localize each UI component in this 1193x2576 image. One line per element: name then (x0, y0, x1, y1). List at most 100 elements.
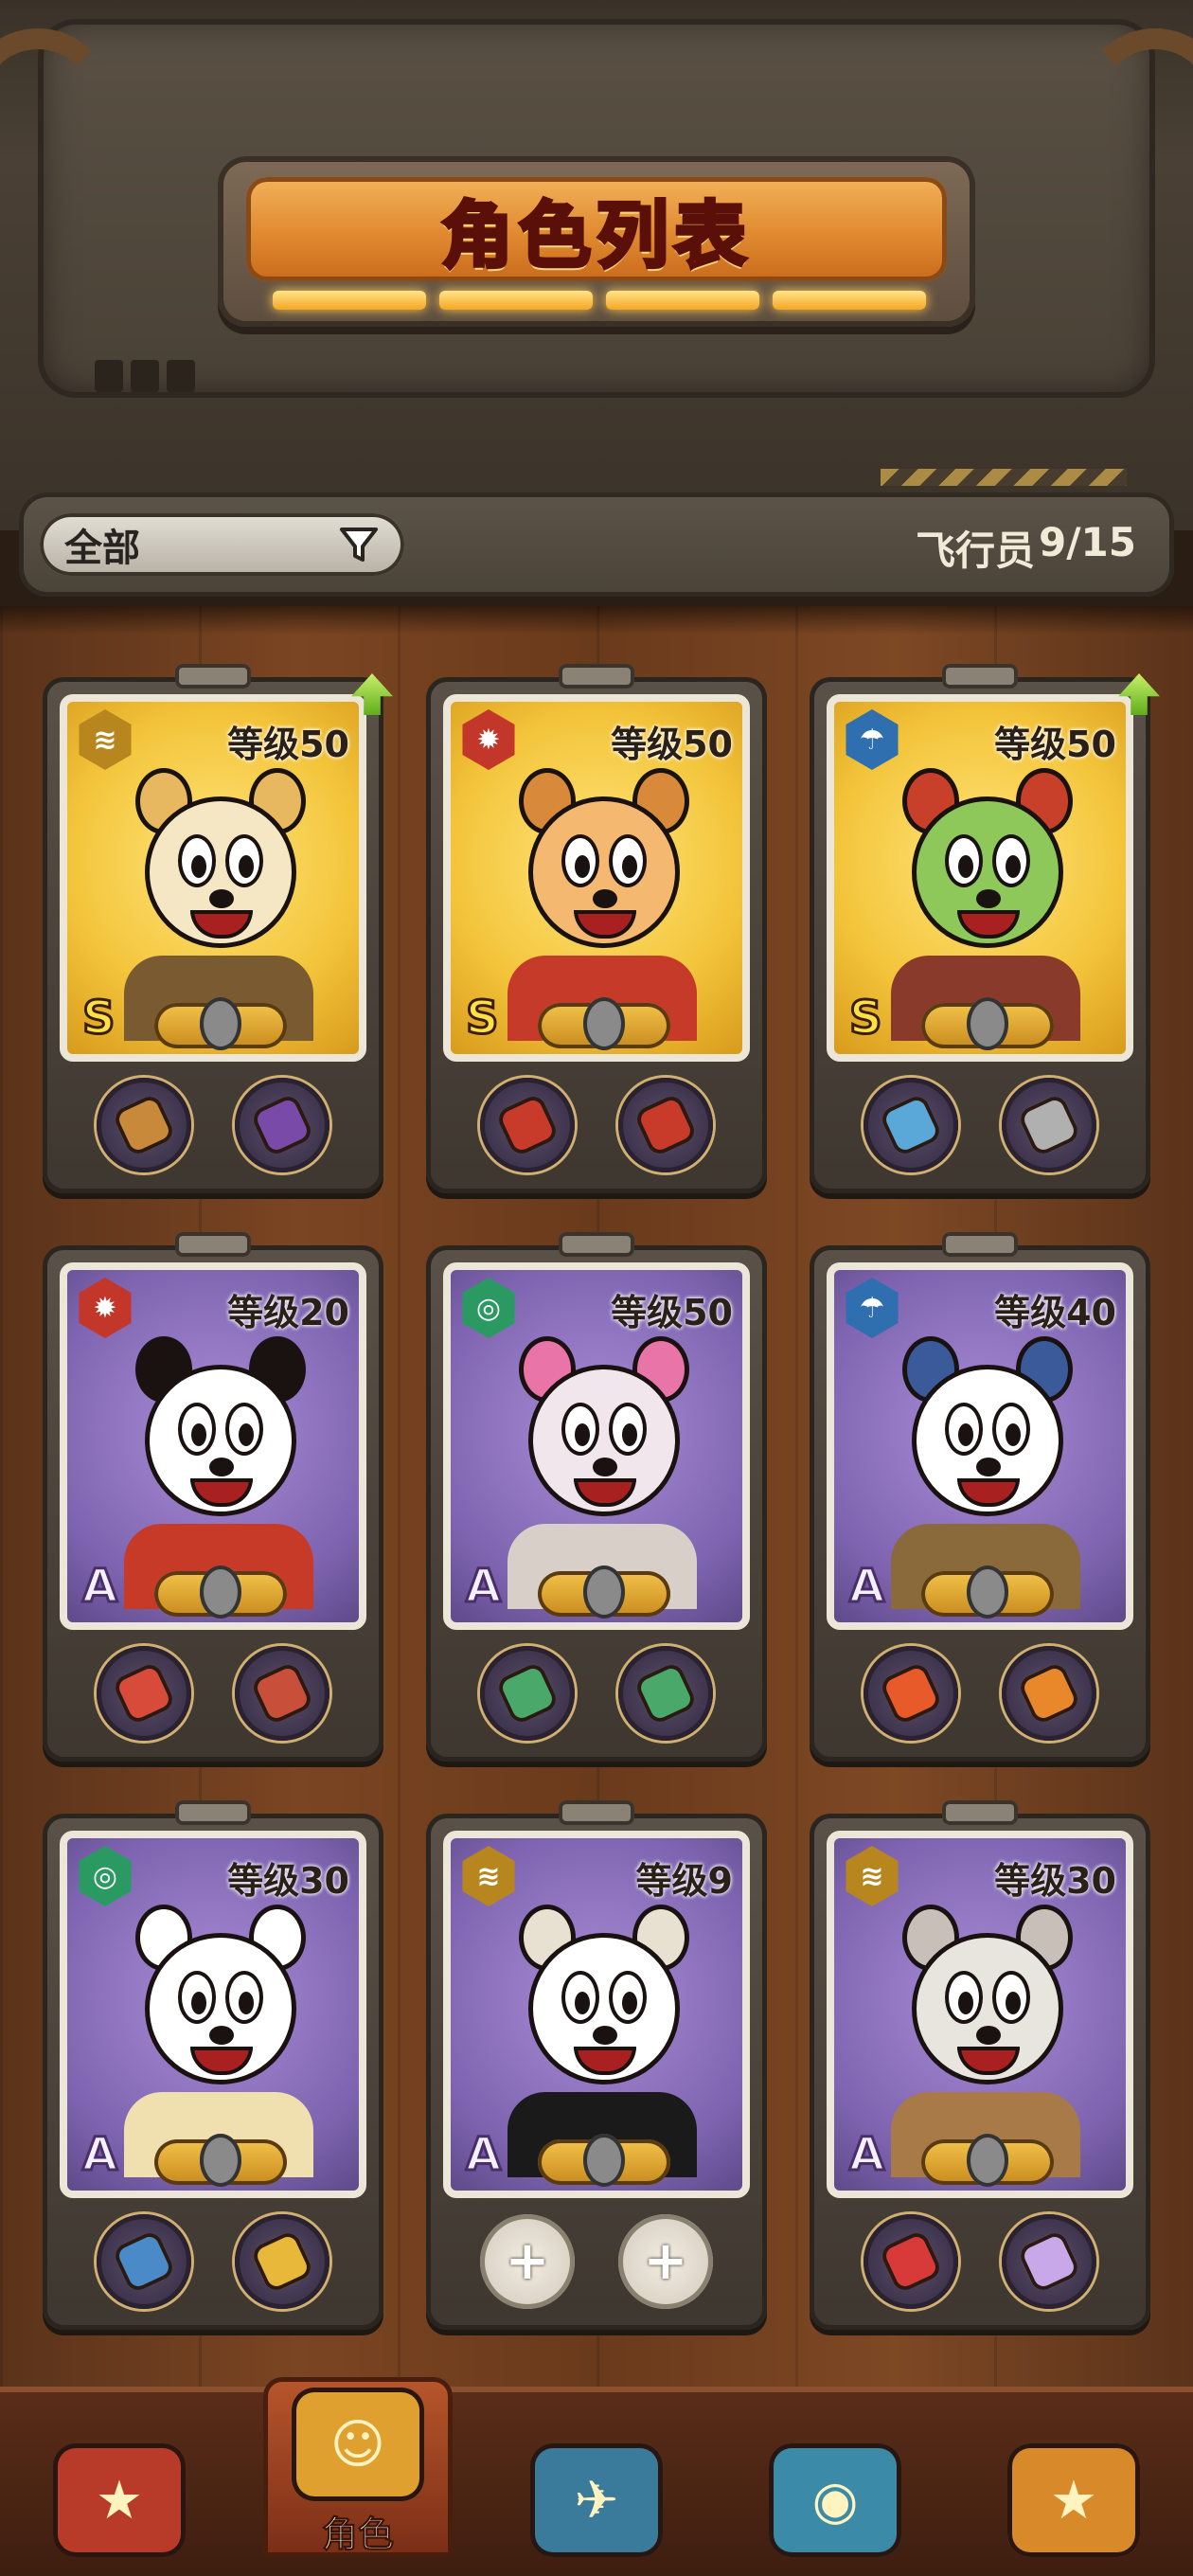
character-card[interactable]: ◎ 等级50 A (426, 1232, 767, 1762)
character-portrait: ◎ 等级50 A (443, 1262, 750, 1630)
filter-label: 全部 (64, 527, 140, 570)
character-card[interactable]: ☂ 等级40 A (810, 1232, 1150, 1762)
equip-slot[interactable] (97, 1078, 191, 1172)
rain-element-icon: ☂ (846, 1278, 899, 1338)
character-card[interactable]: ✹ 等级20 A (43, 1232, 383, 1762)
blaster-gear-icon (249, 1660, 315, 1726)
fire-element-icon: ✹ (79, 1278, 132, 1338)
equip-slot[interactable] (97, 2214, 191, 2309)
equip-slot[interactable] (1002, 1078, 1096, 1172)
pilot-wings-icon (921, 2134, 1054, 2187)
eye-gear-icon (878, 1092, 944, 1158)
equip-slots (43, 1646, 383, 1741)
character-grid: ≋ 等级50 S ✹ 等级50 S ☂ 等级50 S ✹ 等级20 A ◎ 等级… (43, 664, 1160, 2330)
nav-item[interactable]: ★ (979, 2396, 1168, 2557)
nav-item[interactable]: ☺ 角色 (263, 2377, 453, 2557)
rank-badge: S (465, 991, 501, 1046)
funnel-icon (338, 524, 380, 565)
vortex-element-icon: ◎ (462, 1278, 515, 1338)
ring-gear-icon (111, 2228, 177, 2295)
title-plate: 角色列表 (246, 177, 947, 281)
filter-dropdown[interactable]: 全部 (40, 513, 404, 576)
equip-slots (43, 1078, 383, 1172)
equip-slots (810, 2214, 1150, 2309)
character-face (893, 1336, 1082, 1545)
empty-equip-slot[interactable]: + (618, 2214, 713, 2309)
goggles-icon: ◉ (769, 2443, 901, 2557)
drill-gear-icon (111, 1092, 177, 1158)
cannon-gear-icon (1016, 1092, 1082, 1158)
filter-bar: 全部 飞行员 9/15 (19, 492, 1174, 597)
airship-icon: ✈ (530, 2443, 663, 2557)
equip-slot[interactable] (618, 1646, 713, 1741)
character-card[interactable]: ☂ 等级50 S (810, 664, 1160, 1193)
character-card[interactable]: ≋ 等级50 S (43, 664, 393, 1193)
character-face (509, 768, 699, 976)
character-portrait: ✹ 等级50 S (443, 694, 750, 1062)
pilot-wings-icon (538, 1565, 670, 1619)
equip-slot[interactable] (1002, 2214, 1096, 2309)
card-clip (942, 1800, 1018, 1825)
equip-slot[interactable] (235, 1078, 329, 1172)
pilot-wings-icon (538, 997, 670, 1050)
character-level: 等级30 (994, 1860, 1116, 1902)
pipe-decoration-left (0, 28, 114, 369)
card-clip (559, 664, 634, 689)
nav-label: 角色 (321, 2513, 394, 2556)
character-portrait: ≋ 等级9 A (443, 1831, 750, 2198)
card-clip (942, 664, 1018, 689)
fire-element-icon: ✹ (462, 709, 515, 770)
character-face (893, 768, 1082, 976)
character-card[interactable]: ✹ 等级50 S (426, 664, 767, 1193)
star-book-icon: ★ (1007, 2443, 1140, 2557)
character-card[interactable]: ≋ 等级30 A (810, 1800, 1150, 2330)
character-face (509, 1905, 699, 2113)
equip-slot[interactable] (864, 2214, 958, 2309)
character-level: 等级50 (227, 724, 349, 765)
equip-slot[interactable] (480, 1078, 575, 1172)
pilot-label: 飞行员 (915, 528, 1035, 574)
character-level: 等级50 (611, 724, 733, 765)
magnet-gear-icon (494, 1660, 561, 1726)
character-card[interactable]: ≋ 等级9 A + + (426, 1800, 767, 2330)
equip-slot[interactable] (864, 1646, 958, 1741)
equip-slot[interactable] (1002, 1646, 1096, 1741)
card-clip (175, 664, 251, 689)
card-clip (175, 1232, 251, 1257)
rank-badge: A (80, 2127, 118, 2183)
character-level: 等级40 (994, 1292, 1116, 1333)
character-level: 等级50 (994, 724, 1116, 765)
equip-slot[interactable] (618, 1078, 713, 1172)
coin-gear-icon (249, 2228, 315, 2295)
rain-element-icon: ☂ (846, 709, 899, 770)
equip-slot[interactable] (864, 1078, 958, 1172)
equip-slot[interactable] (97, 1646, 191, 1741)
missile-gear-icon (878, 1660, 944, 1726)
header-frame: 角色列表 (0, 0, 1193, 530)
equip-slot[interactable] (235, 1646, 329, 1741)
empty-equip-slot[interactable]: + (480, 2214, 575, 2309)
card-clip (942, 1232, 1018, 1257)
rank-badge: A (464, 2127, 502, 2183)
character-card[interactable]: ◎ 等级30 A (43, 1800, 383, 2330)
character-portrait: ☂ 等级40 A (827, 1262, 1133, 1630)
pilot-count: 飞行员 9/15 (916, 519, 1136, 577)
character-portrait: ◎ 等级30 A (60, 1831, 366, 2198)
equip-slot[interactable] (235, 2214, 329, 2309)
bomb-gear-icon (494, 1092, 561, 1158)
bottom-nav: ★ ☺ 角色 ✈ ◉ ★ (0, 2377, 1193, 2576)
nav-item[interactable]: ★ (25, 2396, 214, 2557)
nav-item[interactable]: ◉ (740, 2396, 930, 2557)
page-title: 角色列表 (439, 191, 752, 279)
rank-badge: A (464, 1559, 502, 1615)
wind-element-icon: ≋ (846, 1846, 899, 1906)
wing-gear-icon (1016, 2228, 1082, 2295)
vent-decoration (95, 360, 195, 392)
equip-slot[interactable] (480, 1646, 575, 1741)
card-clip (559, 1800, 634, 1825)
rank-badge: S (81, 991, 117, 1046)
star-chest-icon: ★ (53, 2443, 186, 2557)
card-clip (175, 1800, 251, 1825)
nav-item[interactable]: ✈ (502, 2396, 691, 2557)
character-portrait: ✹ 等级20 A (60, 1262, 366, 1630)
